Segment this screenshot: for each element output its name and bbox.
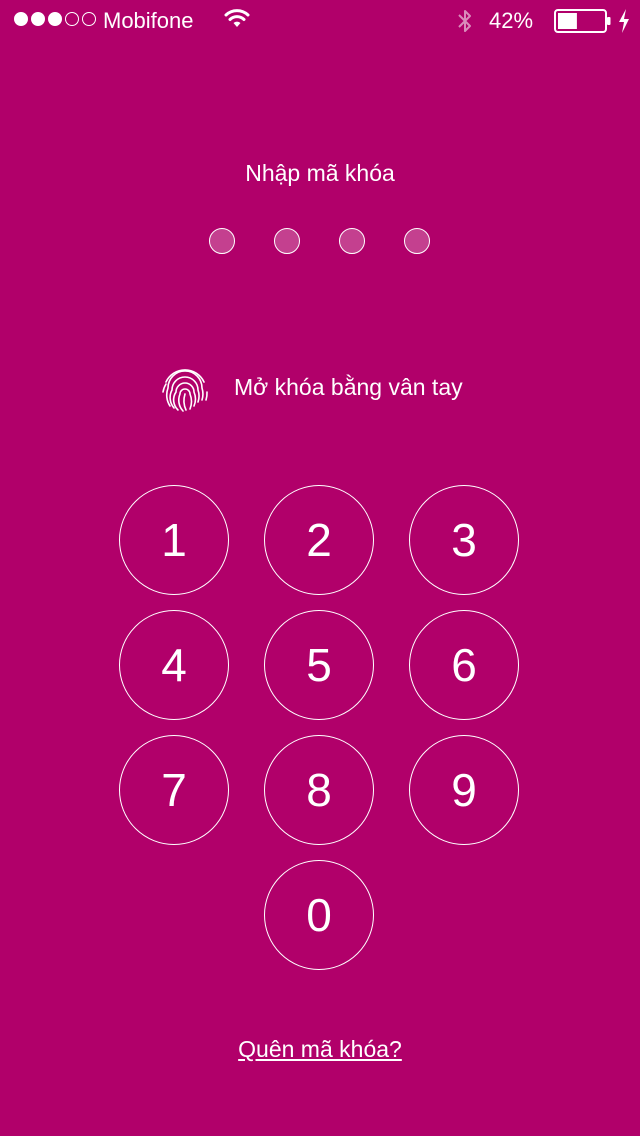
passcode-indicator (209, 228, 431, 254)
status-bar: Mobifone 42% (0, 0, 640, 40)
touch-id-label: Mở khóa bằng vân tay (234, 374, 463, 400)
key-4[interactable]: 4 (119, 610, 229, 720)
passcode-title: Nhập mã khóa (245, 160, 395, 186)
lock-screen: Mobifone 42% Nhập mã khóa Mở khóa bằng v… (0, 0, 640, 1136)
signal-dot (14, 12, 28, 26)
battery-fill (558, 13, 577, 29)
key-8[interactable]: 8 (264, 735, 374, 845)
key-6[interactable]: 6 (409, 610, 519, 720)
forgot-passcode-link[interactable]: Quên mã khóa? (0, 1036, 640, 1063)
passcode-dot (274, 228, 300, 254)
battery-icon (554, 9, 612, 39)
key-2[interactable]: 2 (264, 485, 374, 595)
passcode-dot (404, 228, 430, 254)
charging-bolt-icon (617, 8, 631, 40)
battery-percent: 42% (489, 8, 534, 33)
key-3[interactable]: 3 (409, 485, 519, 595)
passcode-dot (339, 228, 365, 254)
key-0[interactable]: 0 (264, 860, 374, 970)
signal-dot (65, 12, 79, 26)
fingerprint-icon (158, 362, 212, 421)
signal-dot (82, 12, 96, 26)
passcode-dot (209, 228, 235, 254)
key-5[interactable]: 5 (264, 610, 374, 720)
carrier-name: Mobifone (103, 8, 194, 33)
bluetooth-icon (457, 8, 473, 40)
signal-dot (48, 12, 62, 26)
key-9[interactable]: 9 (409, 735, 519, 845)
key-1[interactable]: 1 (119, 485, 229, 595)
signal-dot (31, 12, 45, 26)
wifi-icon (224, 7, 250, 35)
signal-strength (14, 12, 96, 26)
key-7[interactable]: 7 (119, 735, 229, 845)
